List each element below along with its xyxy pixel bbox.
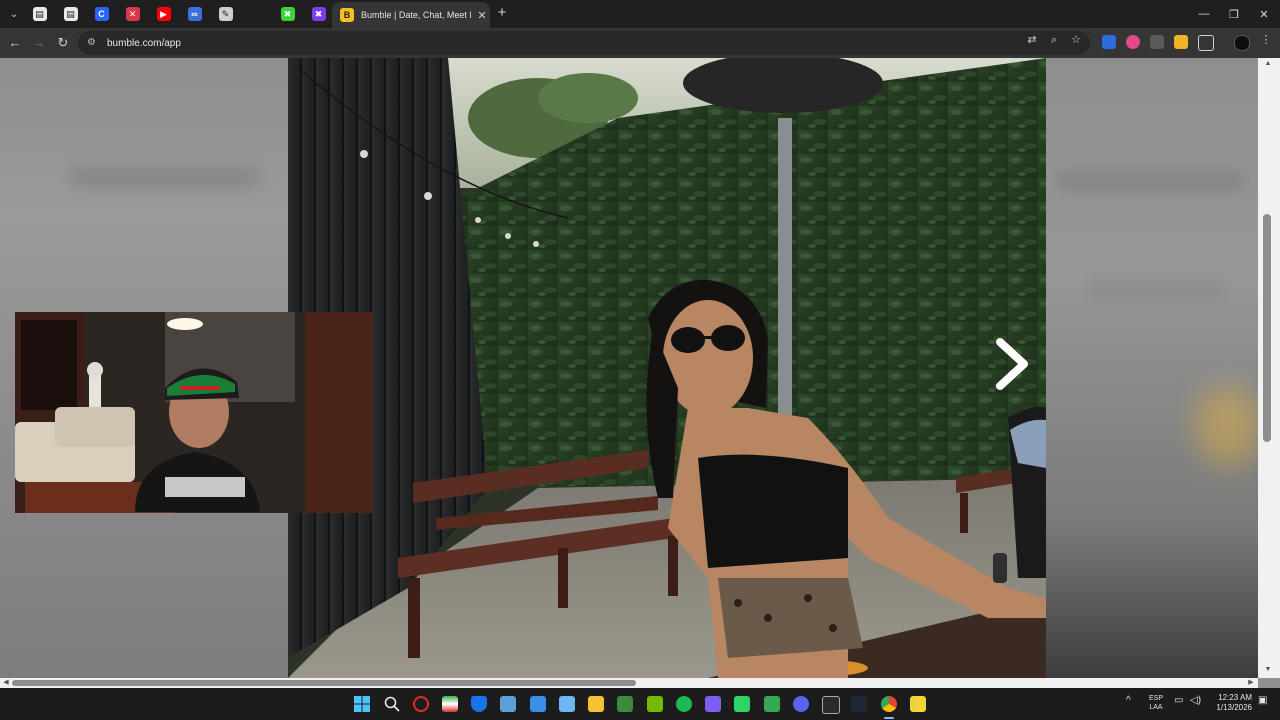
photos-icon[interactable] — [559, 696, 575, 712]
blank-tab-icon — [249, 7, 264, 21]
profile-avatar-icon[interactable] — [1234, 35, 1250, 51]
defender-shield-icon[interactable] — [471, 696, 487, 712]
browser-toolbar: ← → ↻ ⚙ bumble.com/app ⇄ ⌕ ☆ ⋮ — [0, 28, 1280, 58]
pinned-tab[interactable]: ∞ — [179, 0, 210, 28]
youtube-icon: ▶ — [156, 7, 171, 21]
clock-time: 12:23 AM — [1218, 693, 1252, 702]
tab-strip: ⌄ ▤ ▤ C ✕ ▶ ∞ ✎ ✖ ✖ — [0, 0, 1280, 28]
generic-doc-icon: ▤ — [32, 7, 47, 21]
vertical-scrollbar[interactable]: ▲ ▼ — [1258, 58, 1280, 678]
vertical-scroll-thumb[interactable] — [1263, 214, 1271, 442]
pinned-tab[interactable]: ▶ — [148, 0, 179, 28]
system-clock[interactable]: 12:23 AM 1/13/2026 — [1208, 693, 1252, 713]
active-tab[interactable]: B Bumble | Date, Chat, Meet New ✕ — [332, 2, 490, 28]
c-app-icon: C — [94, 7, 109, 21]
network-icon[interactable]: ▭ — [1174, 695, 1183, 706]
pinned-tab[interactable]: ✖ — [303, 0, 334, 28]
blurred-text — [1056, 170, 1246, 192]
pinned-tab[interactable]: ✖ — [272, 0, 303, 28]
restore-icon[interactable]: ❐ — [1218, 0, 1250, 28]
minecraft-icon[interactable] — [617, 696, 633, 712]
opera-icon[interactable] — [413, 696, 429, 712]
blurred-text — [70, 166, 260, 188]
microsoft-store-icon[interactable] — [530, 696, 546, 712]
notifications-icon[interactable]: ▣ — [1258, 695, 1267, 706]
blurred-yellow-badge — [1196, 386, 1258, 466]
back-icon[interactable]: ← — [6, 34, 24, 52]
address-bar[interactable]: ⚙ bumble.com/app — [78, 31, 1090, 55]
scroll-left-arrow-icon[interactable]: ◀ — [1, 678, 11, 688]
show-hidden-icons-icon[interactable]: ^ — [1126, 695, 1131, 706]
pinned-tab[interactable]: C — [86, 0, 117, 28]
tool-icon: ✎ — [218, 7, 233, 21]
extension-blue-icon[interactable] — [1102, 35, 1116, 49]
active-app-indicator — [884, 717, 894, 719]
horizontal-scrollbar[interactable]: ◀ ▶ — [0, 678, 1258, 688]
bumble-app-page — [0, 58, 1258, 678]
browser-menu-icon[interactable]: ⋮ — [1258, 32, 1274, 48]
app-icon[interactable] — [500, 696, 516, 712]
clock-date: 1/13/2026 — [1216, 703, 1252, 712]
close-icon[interactable]: ✕ — [475, 9, 489, 22]
blurred-text — [1086, 278, 1226, 300]
chrome-icon[interactable] — [881, 696, 897, 712]
extension-yellow-icon[interactable] — [1174, 35, 1188, 49]
profile-photo[interactable] — [288, 58, 1046, 678]
next-photo-arrow-icon[interactable] — [992, 336, 1032, 392]
extension-pink-icon[interactable] — [1126, 35, 1140, 49]
language-indicator[interactable]: ESP LAA — [1146, 694, 1166, 712]
extension-gray-icon[interactable] — [1150, 35, 1164, 49]
pinned-tabs: ▤ ▤ C ✕ ▶ ∞ ✎ ✖ ✖ — [24, 0, 334, 28]
windows-taskbar: ^ ESP LAA ▭ ◁) 12:23 AM 1/13/2026 ▣ — [0, 688, 1280, 720]
nvidia-icon[interactable] — [647, 696, 663, 712]
pinned-tab[interactable] — [241, 0, 272, 28]
spotify-icon[interactable] — [676, 696, 692, 712]
pinned-tab[interactable]: ▤ — [24, 0, 55, 28]
tab-title: Bumble | Date, Chat, Meet New — [361, 10, 471, 20]
sticky-notes-icon[interactable] — [910, 696, 926, 712]
horizontal-scroll-thumb[interactable] — [12, 680, 636, 686]
scroll-right-arrow-icon[interactable]: ▶ — [1246, 678, 1256, 688]
red-app-icon: ✕ — [125, 7, 140, 21]
windows-start-icon[interactable] — [354, 696, 370, 712]
zoom-icon[interactable]: ⌕ — [1046, 32, 1062, 48]
proton-vpn-icon[interactable] — [705, 696, 721, 712]
bumble-favicon-icon: B — [340, 8, 354, 22]
reload-icon[interactable]: ↻ — [54, 34, 72, 52]
new-tab-icon[interactable]: + — [494, 5, 510, 21]
right-blurred-panel — [1046, 58, 1258, 678]
site-info-icon[interactable]: ⚙ — [87, 37, 99, 49]
green-x-icon: ✖ — [280, 7, 295, 21]
excel-like-icon[interactable] — [764, 696, 780, 712]
bookmark-star-icon[interactable]: ☆ — [1068, 32, 1084, 48]
minimize-icon[interactable]: — — [1188, 0, 1220, 28]
discord-icon[interactable] — [793, 696, 809, 712]
scroll-up-arrow-icon[interactable]: ▲ — [1262, 60, 1274, 70]
url-text: bumble.com/app — [107, 37, 181, 49]
forward-icon[interactable]: → — [30, 34, 48, 52]
tab-search-icon[interactable]: ⌄ — [4, 4, 24, 24]
meta-icon: ∞ — [187, 7, 202, 21]
pinned-tab[interactable]: ▤ — [55, 0, 86, 28]
app-green-icon[interactable] — [734, 696, 750, 712]
pinned-tab[interactable]: ✎ — [210, 0, 241, 28]
streamer-webcam-overlay — [15, 312, 373, 513]
window-close-icon[interactable]: ✕ — [1248, 0, 1280, 28]
g-app-icon[interactable] — [822, 696, 840, 714]
app-flag-icon[interactable] — [442, 696, 458, 712]
volume-icon[interactable]: ◁) — [1190, 695, 1201, 706]
generic-doc-icon: ▤ — [63, 7, 78, 21]
steam-icon[interactable] — [851, 696, 867, 712]
file-explorer-icon[interactable] — [588, 696, 604, 712]
keyboard-layout: LAA — [1149, 704, 1163, 711]
translate-icon[interactable]: ⇄ — [1024, 32, 1040, 48]
extensions-puzzle-icon[interactable] — [1198, 35, 1214, 51]
purple-x-icon: ✖ — [311, 7, 326, 21]
language-code: ESP — [1148, 695, 1163, 702]
search-icon[interactable] — [384, 696, 400, 712]
scroll-down-arrow-icon[interactable]: ▼ — [1262, 666, 1274, 676]
pinned-tab[interactable]: ✕ — [117, 0, 148, 28]
